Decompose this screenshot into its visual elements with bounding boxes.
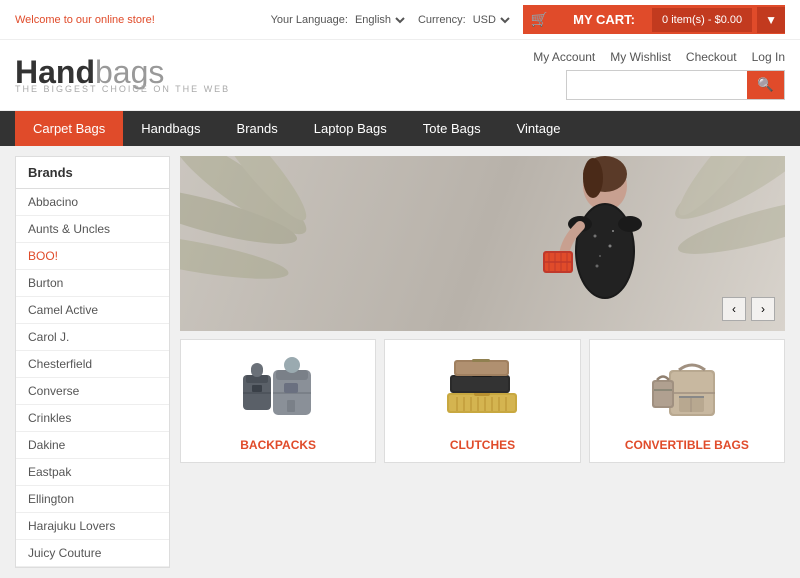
- cart-button[interactable]: 🛒 MY CART: 0 item(s) - $0.00 ▼: [523, 5, 785, 34]
- search-button[interactable]: 🔍: [747, 71, 784, 99]
- clutches-image: [395, 350, 569, 430]
- clutches-label: CLUTCHES: [395, 438, 569, 452]
- sidebar-item-eastpak[interactable]: Eastpak: [16, 459, 169, 486]
- sidebar-item-converse[interactable]: Converse: [16, 378, 169, 405]
- hero-banner: ‹ ›: [180, 156, 785, 331]
- logo: Handbags THE BIGGEST CHOICE ON THE WEB: [15, 56, 230, 94]
- product-row: BACKPACKS: [180, 339, 785, 463]
- product-card-clutches[interactable]: CLUTCHES: [384, 339, 580, 463]
- sidebar: Brands Abbacino Aunts & Uncles BOO! Burt…: [15, 156, 170, 568]
- nav-tote-bags[interactable]: Tote Bags: [405, 111, 499, 146]
- sidebar-item-crinkles[interactable]: Crinkles: [16, 405, 169, 432]
- sidebar-item-juicy[interactable]: Juicy Couture: [16, 540, 169, 567]
- search-bar: 🔍: [566, 70, 785, 100]
- login-link[interactable]: Log In: [752, 50, 785, 64]
- sidebar-item-abbacino[interactable]: Abbacino: [16, 189, 169, 216]
- hero-woman-figure: [525, 156, 685, 331]
- sidebar-item-dakine[interactable]: Dakine: [16, 432, 169, 459]
- my-wishlist-link[interactable]: My Wishlist: [610, 50, 671, 64]
- language-select[interactable]: English French: [351, 13, 408, 27]
- hero-navigation: ‹ ›: [722, 297, 775, 321]
- header-right: My Account My Wishlist Checkout Log In 🔍: [533, 50, 785, 100]
- sidebar-item-carol-j[interactable]: Carol J.: [16, 324, 169, 351]
- top-bar: Welcome to our online store! Your Langua…: [0, 0, 800, 40]
- welcome-message: Welcome to our online store!: [15, 14, 155, 26]
- product-card-convertible[interactable]: CONVERTIBLE BAGS: [589, 339, 785, 463]
- checkout-link[interactable]: Checkout: [686, 50, 737, 64]
- content-area: ‹ ›: [180, 156, 785, 568]
- cart-dropdown-icon: ▼: [757, 7, 785, 33]
- top-bar-right: Your Language: English French Currency: …: [271, 5, 785, 34]
- convertible-label: CONVERTIBLE BAGS: [600, 438, 774, 452]
- header-nav: My Account My Wishlist Checkout Log In: [533, 50, 785, 64]
- clutches-svg: [442, 355, 522, 425]
- header: Handbags THE BIGGEST CHOICE ON THE WEB M…: [0, 40, 800, 111]
- nav-carpet-bags[interactable]: Carpet Bags: [15, 111, 123, 146]
- search-icon: 🔍: [757, 77, 774, 92]
- hero-leaves-left: [180, 156, 380, 331]
- backpacks-svg: [238, 355, 318, 425]
- nav-laptop-bags[interactable]: Laptop Bags: [296, 111, 405, 146]
- convertible-image: [600, 350, 774, 430]
- sidebar-item-boo[interactable]: BOO!: [16, 243, 169, 270]
- hero-prev-button[interactable]: ‹: [722, 297, 746, 321]
- sidebar-item-camel-active[interactable]: Camel Active: [16, 297, 169, 324]
- sidebar-title: Brands: [16, 157, 169, 189]
- nav-bar: Carpet Bags Handbags Brands Laptop Bags …: [0, 111, 800, 146]
- backpacks-image: [191, 350, 365, 430]
- currency-select[interactable]: USD EUR: [469, 13, 513, 27]
- convertible-svg: [647, 355, 727, 425]
- hero-next-button[interactable]: ›: [751, 297, 775, 321]
- currency-label: Currency: USD EUR: [418, 13, 513, 27]
- my-account-link[interactable]: My Account: [533, 50, 595, 64]
- main-layout: Brands Abbacino Aunts & Uncles BOO! Burt…: [0, 146, 800, 578]
- backpacks-label: BACKPACKS: [191, 438, 365, 452]
- nav-brands[interactable]: Brands: [219, 111, 296, 146]
- sidebar-item-burton[interactable]: Burton: [16, 270, 169, 297]
- nav-handbags[interactable]: Handbags: [123, 111, 218, 146]
- cart-info: 0 item(s) - $0.00: [652, 8, 752, 32]
- sidebar-item-aunts-uncles[interactable]: Aunts & Uncles: [16, 216, 169, 243]
- sidebar-item-chesterfield[interactable]: Chesterfield: [16, 351, 169, 378]
- logo-tagline: THE BIGGEST CHOICE ON THE WEB: [15, 85, 230, 94]
- language-label: Your Language: English French: [271, 13, 408, 27]
- search-input[interactable]: [567, 73, 747, 97]
- nav-vintage[interactable]: Vintage: [499, 111, 579, 146]
- product-card-backpacks[interactable]: BACKPACKS: [180, 339, 376, 463]
- cart-label: MY CART:: [561, 6, 647, 33]
- sidebar-item-harajuku[interactable]: Harajuku Lovers: [16, 513, 169, 540]
